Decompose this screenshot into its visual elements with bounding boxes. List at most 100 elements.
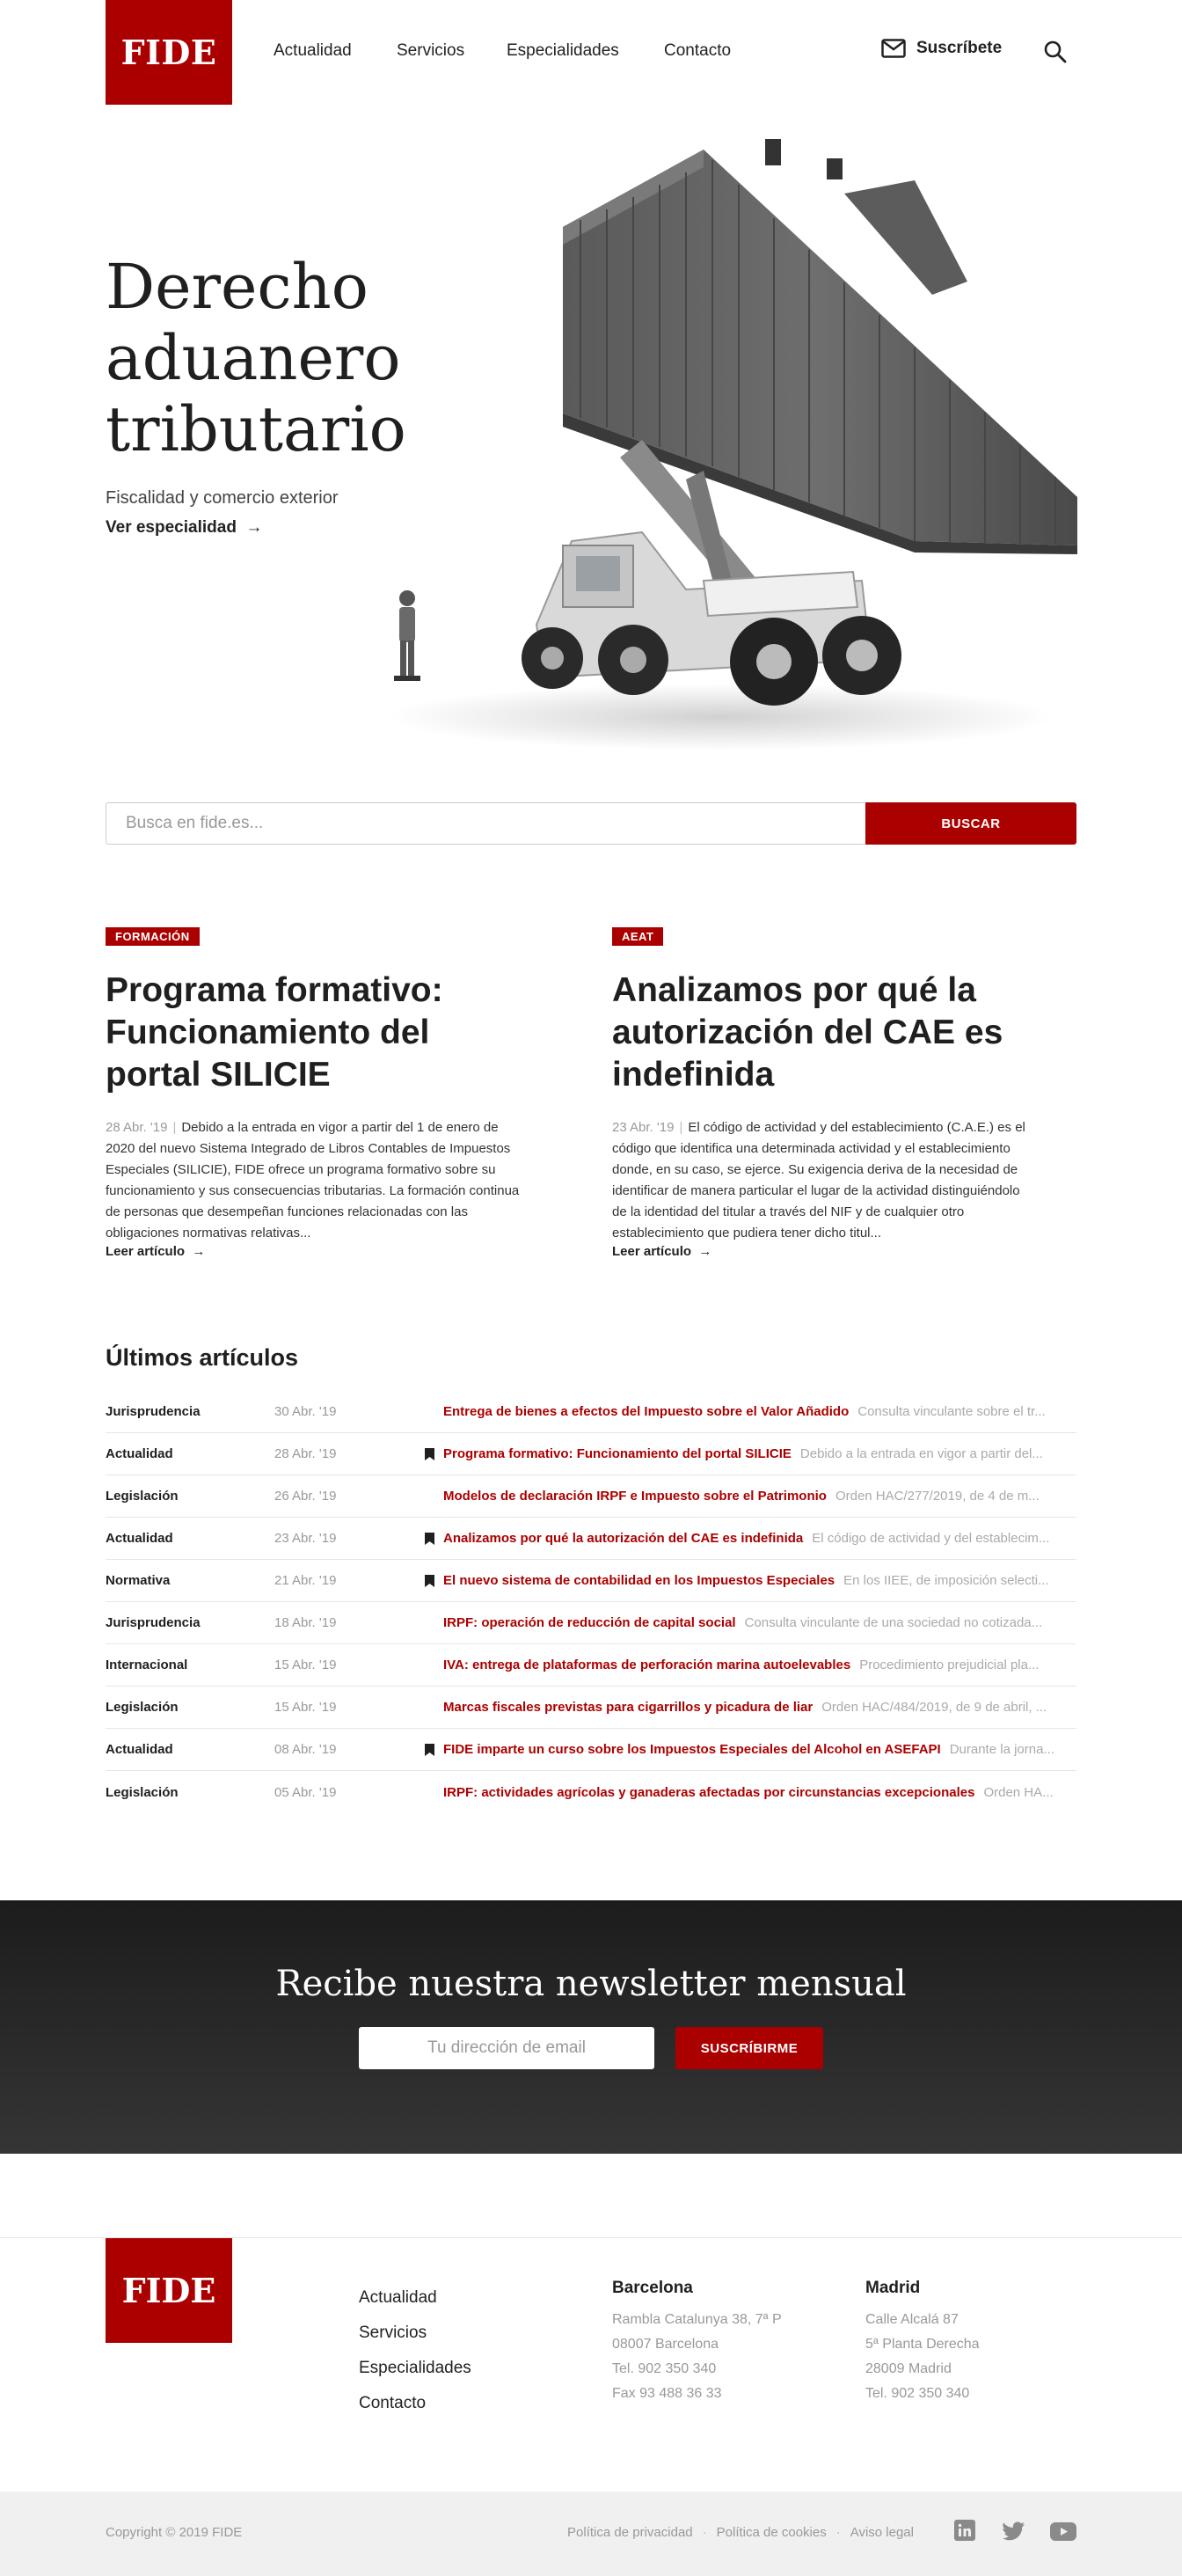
legal-links: Política de privacidad · Política de coo… — [567, 2525, 914, 2540]
article-date: 21 Abr. '19 — [274, 1573, 337, 1588]
article-summary: Orden HAC/484/2019, de 9 de abril, ... — [821, 1700, 1047, 1715]
footer-link-contacto[interactable]: Contacto — [359, 2386, 471, 2421]
newsletter-subscribe-button[interactable]: SUSCRÍBIRME — [675, 2027, 823, 2069]
bookmark-icon — [424, 1574, 434, 1587]
article-row[interactable]: Legislación 26 Abr. '19 Modelos de declara… — [106, 1475, 1076, 1518]
featured-date: 28 Abr. '19 — [106, 1120, 168, 1135]
article-category[interactable]: Legislación — [106, 1700, 274, 1715]
article-row[interactable]: Normativa 21 Abr. '19 El nuevo sistema de … — [106, 1560, 1076, 1602]
office-madrid: Madrid Calle Alcalá 87 5ª Planta Derecha… — [865, 2278, 980, 2406]
article-category[interactable]: Legislación — [106, 1489, 274, 1504]
subscribe-label: Suscríbete — [916, 39, 1003, 57]
office-city: Barcelona — [612, 2279, 693, 2297]
article-date: 08 Abr. '19 — [274, 1742, 337, 1757]
featured-excerpt: 28 Abr. '19 | Debido a la entrada en vigor… — [106, 1120, 520, 1240]
article-summary: En los IIEE, de imposición selecti... — [843, 1573, 1049, 1588]
separator-dot: · — [835, 2525, 841, 2540]
article-title[interactable]: Modelos de declaración IRPF e Impuesto s… — [443, 1489, 827, 1504]
legal-notice-link[interactable]: Aviso legal — [850, 2525, 914, 2540]
hero-image-container-lift — [387, 139, 1077, 750]
linkedin-icon[interactable] — [954, 2520, 975, 2541]
arrow-right-icon: → — [245, 518, 263, 537]
article-title[interactable]: FIDE imparte un curso sobre los Impuesto… — [443, 1742, 941, 1757]
article-category[interactable]: Internacional — [106, 1658, 274, 1672]
article-category[interactable]: Jurisprudencia — [106, 1404, 274, 1419]
privacy-policy-link[interactable]: Política de privacidad — [567, 2525, 693, 2540]
arrow-right-icon: → — [192, 1244, 206, 1259]
article-title[interactable]: IRPF: operación de reducción de capital … — [443, 1615, 736, 1630]
article-summary: Orden HAC/277/2019, de 4 de m... — [835, 1489, 1040, 1504]
office-barcelona: Barcelona Rambla Catalunya 38, 7ª P 0800… — [612, 2278, 782, 2406]
office-address-line: 28009 Madrid — [865, 2361, 952, 2376]
logo[interactable]: FIDE — [106, 0, 232, 105]
article-title[interactable]: Programa formativo: Funcionamiento del p… — [443, 1446, 792, 1461]
article-row[interactable]: Internacional 15 Abr. '19 IVA: entrega de … — [106, 1644, 1076, 1687]
article-row[interactable]: Actualidad 08 Abr. '19 FIDE imparte un cur… — [106, 1729, 1076, 1771]
article-row[interactable]: Legislación 15 Abr. '19 Marcas fiscales pr… — [106, 1687, 1076, 1729]
article-category[interactable]: Actualidad — [106, 1531, 274, 1546]
office-address-line: 08007 Barcelona — [612, 2337, 719, 2352]
article-summary: Durante la jorna... — [949, 1742, 1054, 1757]
article-row[interactable]: Jurisprudencia 18 Abr. '19 IRPF: operación… — [106, 1602, 1076, 1644]
featured-title[interactable]: Analizamos por qué la autorización del C… — [612, 970, 1038, 1096]
office-fax: Fax 93 488 36 33 — [612, 2386, 722, 2401]
nav-item-contacto[interactable]: Contacto — [664, 41, 731, 61]
article-date: 23 Abr. '19 — [274, 1531, 337, 1546]
footer-logo[interactable]: FIDE — [106, 2238, 232, 2343]
featured-article: FORMACIÓN Programa formativo: Funcionami… — [106, 927, 531, 1259]
latest-articles-title: Últimos artículos — [106, 1344, 299, 1371]
subscribe-button[interactable]: Suscríbete — [881, 39, 1002, 58]
article-title[interactable]: IVA: entrega de plataformas de perforaci… — [443, 1658, 850, 1672]
article-category[interactable]: Legislación — [106, 1785, 274, 1800]
nav-item-servicios[interactable]: Servicios — [397, 41, 464, 61]
footer-link-actualidad[interactable]: Actualidad — [359, 2280, 471, 2316]
article-title[interactable]: El nuevo sistema de contabilidad en los … — [443, 1573, 835, 1588]
article-row[interactable]: Jurisprudencia 30 Abr. '19 Entrega de bien… — [106, 1391, 1076, 1433]
read-article-link[interactable]: Leer artículo → — [106, 1244, 531, 1259]
footer-link-especialidades[interactable]: Especialidades — [359, 2351, 471, 2386]
article-row[interactable]: Actualidad 28 Abr. '19 Programa formativo:… — [106, 1433, 1076, 1475]
nav-item-especialidades[interactable]: Especialidades — [507, 41, 619, 61]
article-date: 26 Abr. '19 — [274, 1489, 337, 1504]
article-row[interactable]: Legislación 05 Abr. '19 IRPF: actividades … — [106, 1771, 1076, 1813]
article-date: 18 Abr. '19 — [274, 1615, 337, 1630]
footer-link-servicios[interactable]: Servicios — [359, 2316, 471, 2351]
search-button[interactable]: BUSCAR — [865, 802, 1076, 845]
category-badge[interactable]: FORMACIÓN — [106, 927, 200, 946]
bookmark-icon — [424, 1447, 434, 1460]
nav-item-actualidad[interactable]: Actualidad — [274, 41, 352, 61]
category-badge[interactable]: AEAT — [612, 927, 664, 946]
article-summary: Orden HA... — [983, 1784, 1054, 1800]
arrow-right-icon: → — [698, 1244, 712, 1259]
office-address-line: 5ª Planta Derecha — [865, 2337, 980, 2352]
article-title[interactable]: Marcas fiscales previstas para cigarrill… — [443, 1700, 813, 1715]
article-title[interactable]: Analizamos por qué la autorización del C… — [443, 1531, 803, 1546]
search-icon[interactable] — [1043, 40, 1068, 64]
site-search: BUSCAR — [106, 802, 1076, 845]
youtube-icon[interactable] — [1050, 2522, 1076, 2541]
article-row[interactable]: Actualidad 23 Abr. '19 Analizamos por qué … — [106, 1518, 1076, 1560]
search-input[interactable] — [106, 802, 865, 845]
twitter-icon[interactable] — [1003, 2521, 1025, 2541]
cookie-policy-link[interactable]: Política de cookies — [717, 2525, 827, 2540]
footer-nav: Actualidad Servicios Especialidades Cont… — [359, 2280, 471, 2421]
article-category[interactable]: Actualidad — [106, 1446, 274, 1461]
mail-icon — [881, 39, 906, 58]
article-category[interactable]: Normativa — [106, 1573, 274, 1588]
hero-link[interactable]: Ver especialidad → — [106, 518, 262, 538]
article-category[interactable]: Actualidad — [106, 1742, 274, 1757]
office-phone: Tel. 902 350 340 — [865, 2386, 970, 2401]
newsletter-title: Recibe nuestra newsletter mensual — [275, 1964, 907, 2004]
article-title[interactable]: Entrega de bienes a efectos del Impuesto… — [443, 1404, 849, 1419]
article-category[interactable]: Jurisprudencia — [106, 1615, 274, 1630]
article-summary: Procedimiento prejudicial pla... — [859, 1658, 1040, 1672]
article-summary: El código de actividad y del establecim.… — [812, 1531, 1050, 1546]
newsletter-email-input[interactable] — [359, 2027, 654, 2069]
article-date: 15 Abr. '19 — [274, 1700, 337, 1715]
article-date: 15 Abr. '19 — [274, 1658, 337, 1672]
read-article-link[interactable]: Leer artículo → — [612, 1244, 1038, 1259]
article-date: 30 Abr. '19 — [274, 1404, 337, 1419]
article-title[interactable]: IRPF: actividades agrícolas y ganaderas … — [443, 1785, 974, 1800]
featured-title[interactable]: Programa formativo: Funcionamiento del p… — [106, 970, 531, 1096]
featured-date: 23 Abr. '19 — [612, 1120, 675, 1135]
